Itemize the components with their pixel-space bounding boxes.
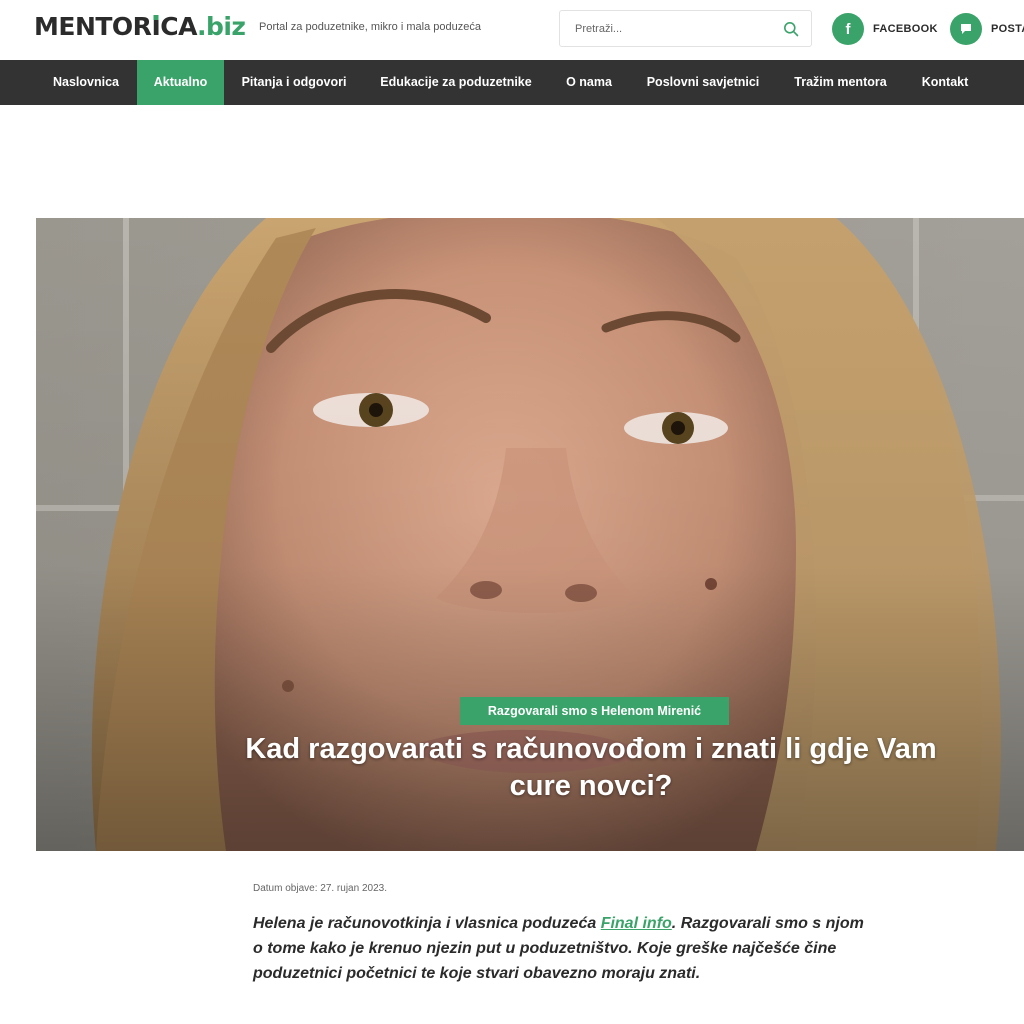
article-intro: Helena je računovotkinja i vlasnica podu…: [253, 911, 873, 986]
nav-item-kontakt[interactable]: Kontakt: [907, 60, 983, 105]
chat-icon: [950, 13, 982, 45]
nav-item-edukacije[interactable]: Edukacije za poduzetnike: [366, 60, 546, 105]
main-nav: Naslovnica Aktualno Pitanja i odgovori E…: [0, 60, 1024, 105]
search-icon[interactable]: [783, 21, 799, 37]
logo-text-rest: CA: [160, 12, 197, 41]
intro-text-start: Helena je računovotkinja i vlasnica podu…: [253, 915, 601, 932]
logo-text-main: MENTOR: [34, 12, 152, 41]
facebook-link[interactable]: f FACEBOOK: [832, 12, 938, 46]
logo-tld: .biz: [196, 12, 246, 41]
nav-item-aktualno[interactable]: Aktualno: [137, 60, 224, 105]
facebook-icon: f: [832, 13, 864, 45]
publish-date: Datum objave: 27. rujan 2023.: [253, 883, 387, 894]
article-category-badge[interactable]: Razgovarali smo s Helenom Mirenić: [460, 697, 729, 725]
article-title: Kad razgovarati s računovođom i znati li…: [245, 733, 937, 802]
facebook-label: FACEBOOK: [873, 23, 938, 35]
site-header: MENTOR I CA .biz Portal za poduzetnike, …: [0, 0, 1024, 60]
post-label: POSTA: [991, 23, 1024, 35]
site-tagline: Portal za poduzetnike, mikro i mala podu…: [259, 21, 481, 33]
logo-letter-i: I: [151, 12, 161, 41]
nav-item-trazim-mentora[interactable]: Tražim mentora: [779, 60, 902, 105]
site-logo[interactable]: MENTOR I CA .biz: [34, 12, 246, 46]
nav-item-savjetnici[interactable]: Poslovni savjetnici: [632, 60, 774, 105]
search-box[interactable]: Pretraži...: [559, 10, 812, 47]
nav-item-pitanja[interactable]: Pitanja i odgovori: [226, 60, 362, 105]
final-info-link[interactable]: Final info: [601, 915, 672, 932]
nav-item-o-nama[interactable]: O nama: [552, 60, 626, 105]
hero-image[interactable]: Razgovarali smo s Helenom Mirenić Kad ra…: [36, 218, 1024, 851]
post-link[interactable]: POSTA: [950, 12, 1024, 46]
search-input[interactable]: Pretraži...: [575, 23, 622, 35]
nav-item-naslovnica[interactable]: Naslovnica: [36, 60, 136, 105]
